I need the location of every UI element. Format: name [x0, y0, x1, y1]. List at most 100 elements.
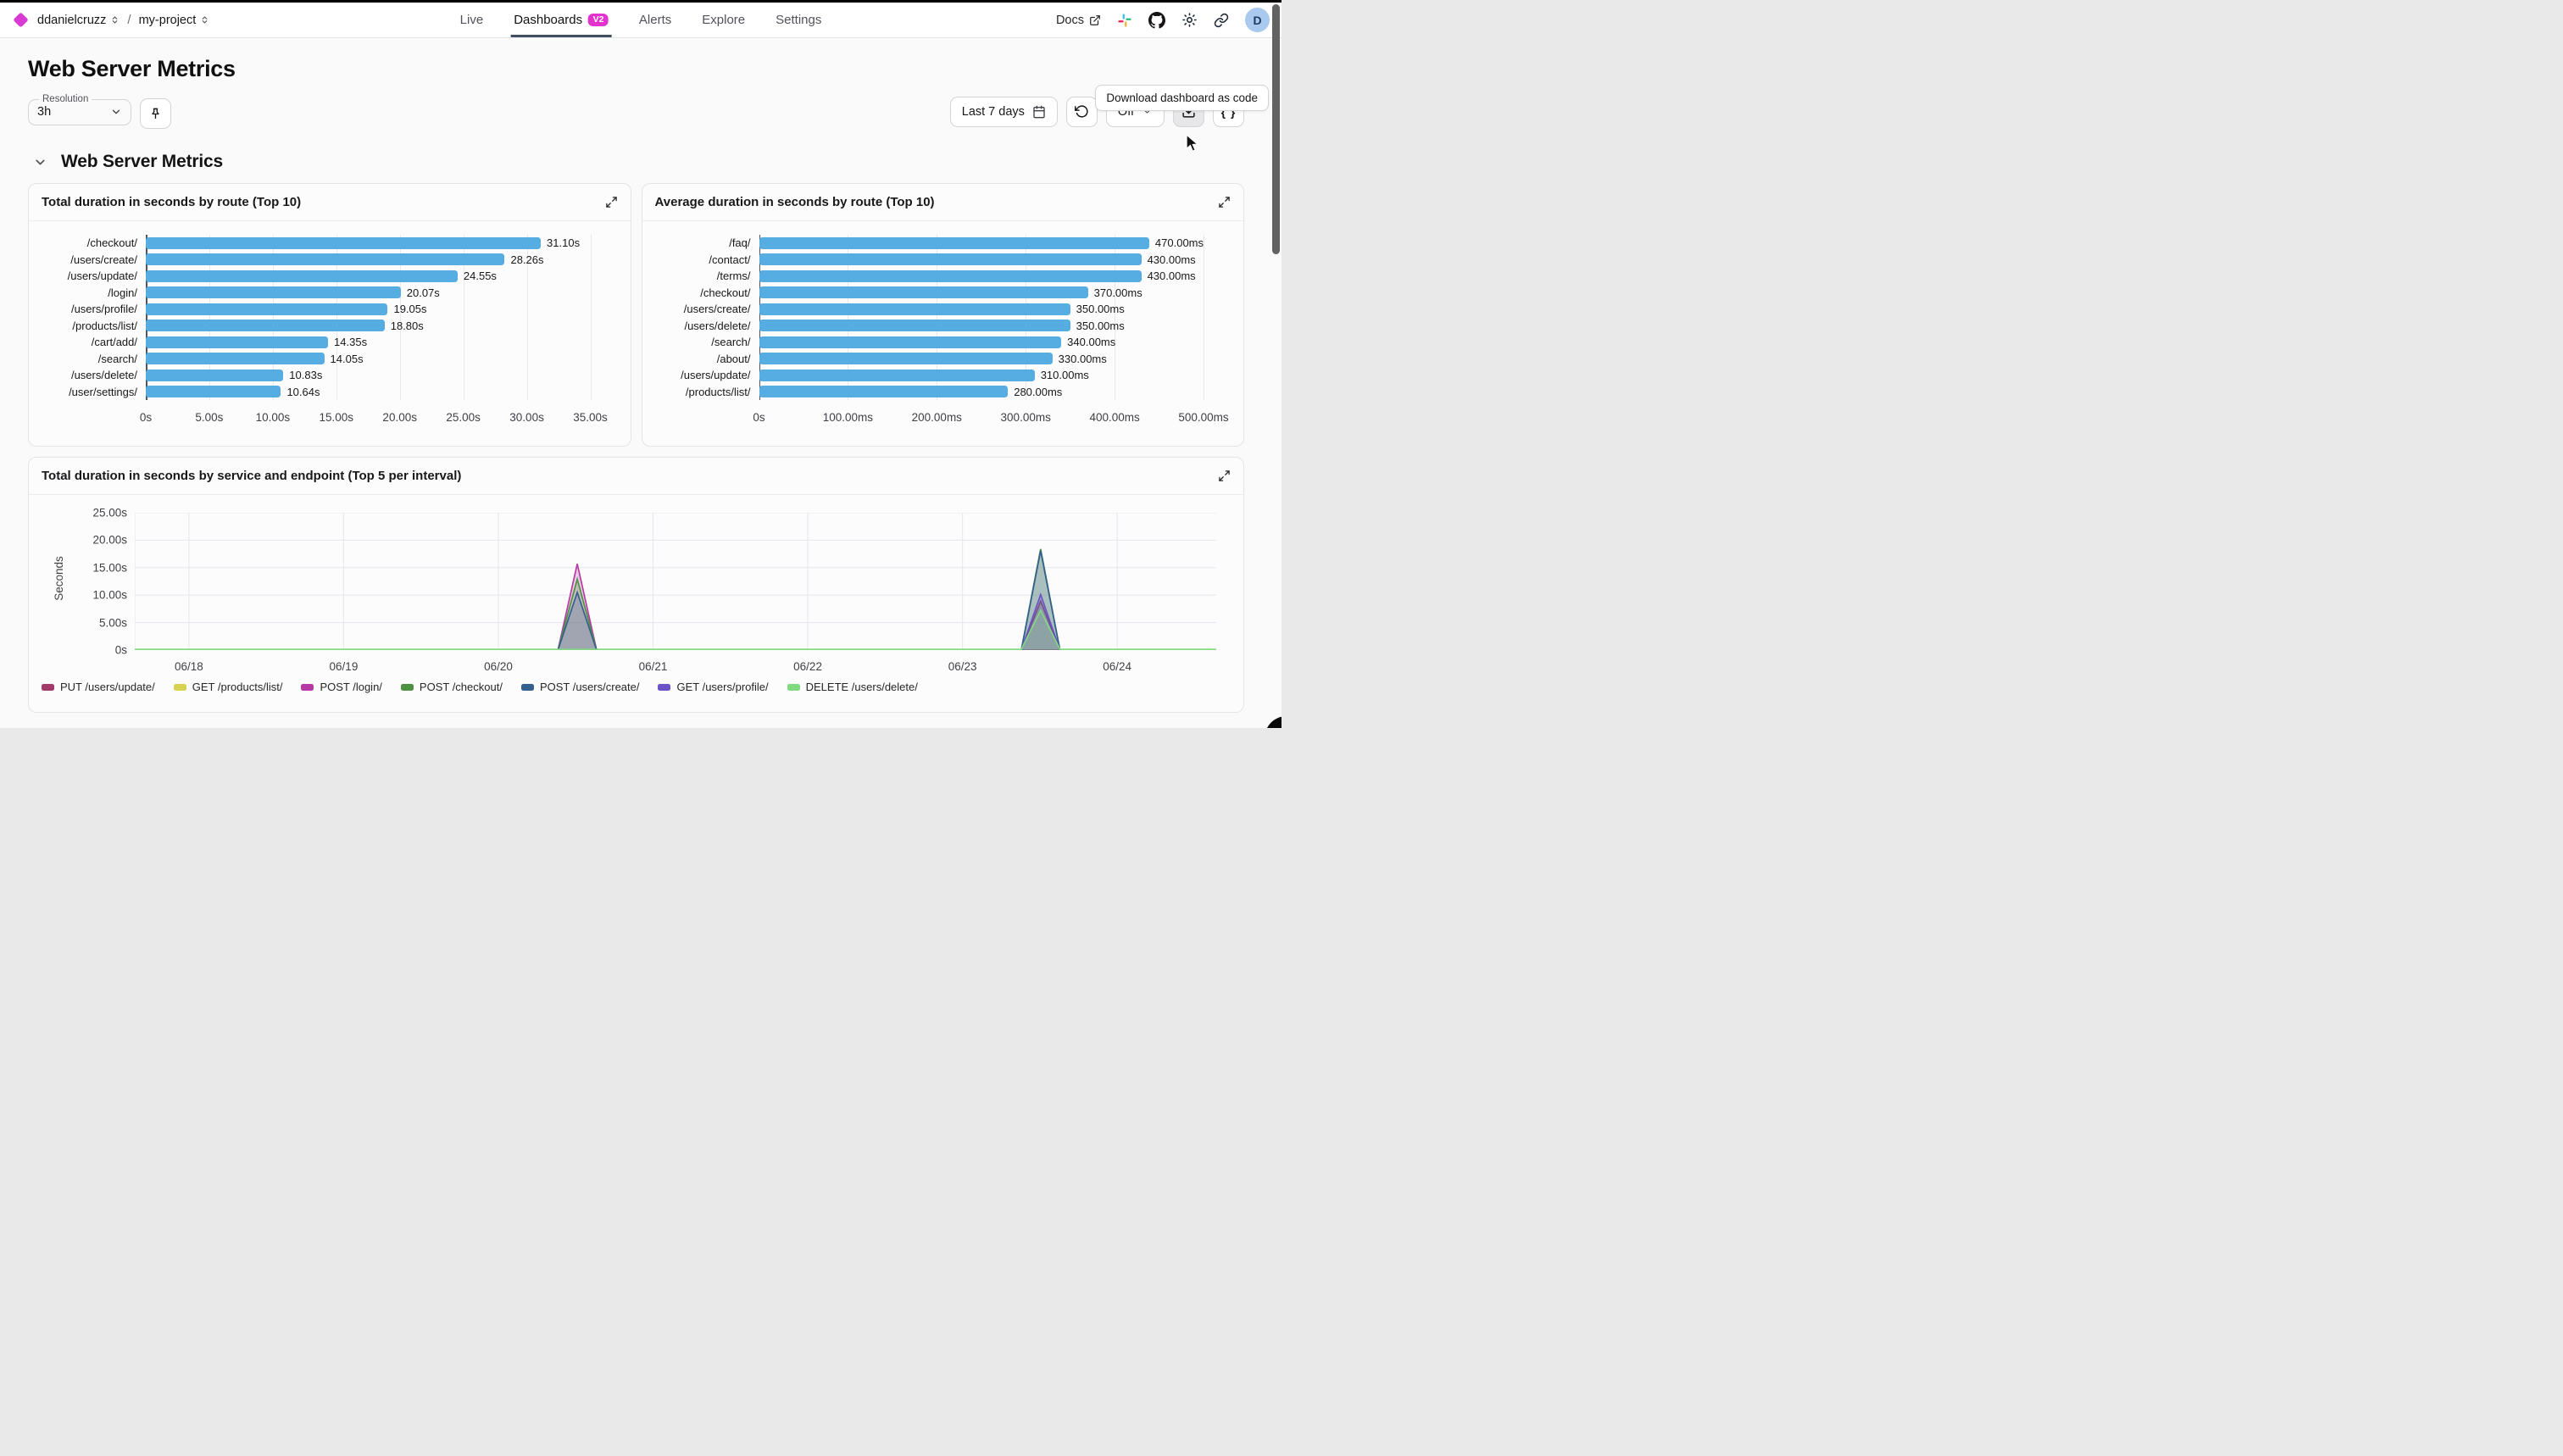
legend-swatch [301, 684, 314, 691]
x-tick-label: 400.00ms [1089, 411, 1139, 424]
legend-swatch [521, 684, 534, 691]
bar [759, 353, 1053, 364]
bar-category-label: /users/delete/ [684, 320, 750, 332]
project-selector[interactable]: my-project [139, 14, 210, 27]
x-tick-label: 100.00ms [823, 411, 873, 424]
area-chart-wrap: Seconds PUT /users/update/GET /products/… [29, 497, 1243, 712]
x-tick-label: 06/18 [175, 660, 203, 673]
bar [146, 386, 281, 397]
legend-item[interactable]: PUT /users/update/ [42, 681, 155, 693]
bar [146, 303, 387, 315]
bar-value-label: 280.00ms [1014, 386, 1062, 398]
x-tick-label: 06/24 [1103, 660, 1131, 673]
app-window: ddanielcruzz / my-project LiveDashboards… [0, 0, 1282, 728]
section-title: Web Server Metrics [61, 152, 223, 172]
time-range-button[interactable]: Last 7 days [950, 97, 1058, 127]
bar-row: /cart/add/14.35s [146, 334, 591, 351]
legend-item[interactable]: POST /login/ [301, 681, 381, 693]
bar-value-label: 19.05s [393, 303, 426, 315]
tab-explore[interactable]: Explore [702, 3, 745, 37]
x-tick-label: 300.00ms [1001, 411, 1051, 424]
bar [146, 270, 458, 282]
user-avatar[interactable]: D [1245, 8, 1270, 32]
docs-link[interactable]: Docs [1056, 14, 1101, 27]
tab-live[interactable]: Live [460, 3, 484, 37]
nav-right-cluster: Docs D [1056, 8, 1270, 32]
bar [146, 237, 541, 249]
legend-item[interactable]: GET /users/profile/ [658, 681, 768, 693]
bar [759, 303, 1070, 315]
x-tick-label: 30.00s [509, 411, 544, 424]
legend-item[interactable]: DELETE /users/delete/ [787, 681, 918, 693]
bar-row: /users/create/28.26s [146, 252, 591, 269]
nav-tabs: Live DashboardsV2 Alerts Explore Settings [460, 3, 822, 37]
bar-row: /contact/430.00ms [759, 252, 1204, 269]
bar-category-label: /cart/add/ [92, 336, 137, 348]
y-tick-label: 25.00s [92, 507, 127, 520]
legend-swatch [787, 684, 800, 691]
tab-label: Settings [776, 13, 821, 27]
bar-category-label: /users/profile/ [71, 303, 137, 315]
tab-dashboards[interactable]: DashboardsV2 [514, 3, 609, 37]
bar-category-label: /users/delete/ [71, 369, 137, 381]
bar-value-label: 430.00ms [1148, 253, 1196, 266]
bar-value-label: 31.10s [547, 236, 580, 249]
bar-category-label: /user/settings/ [69, 386, 137, 398]
bar-category-label: /products/list/ [686, 386, 751, 398]
x-tick-label: 06/20 [484, 660, 513, 673]
legend-swatch [42, 684, 54, 691]
theme-sun-icon[interactable] [1181, 12, 1198, 28]
share-link-icon[interactable] [1214, 13, 1229, 28]
y-tick-label: 5.00s [99, 616, 127, 629]
tab-settings[interactable]: Settings [776, 3, 821, 37]
bar-value-label: 20.07s [407, 286, 440, 299]
tab-label: Alerts [639, 13, 671, 27]
bar-row: /users/delete/350.00ms [759, 318, 1204, 335]
bar-row: /users/update/310.00ms [759, 367, 1204, 384]
bar-category-label: /users/create/ [70, 253, 137, 266]
y-tick-label: 15.00s [92, 561, 127, 574]
x-tick-label: 35.00s [573, 411, 608, 424]
panel-average-duration-by-route: Average duration in seconds by route (To… [642, 183, 1245, 447]
bar-category-label: /users/update/ [68, 270, 137, 282]
bar-row: /user/settings/10.64s [146, 384, 591, 401]
bar-row: /login/20.07s [146, 285, 591, 302]
bar-chart-total-duration: /checkout/31.10s/users/create/28.26s/use… [146, 235, 591, 400]
slack-icon[interactable] [1117, 13, 1132, 28]
refresh-button[interactable] [1066, 97, 1098, 127]
x-axis-ticks: 0s5.00s10.00s15.00s20.00s25.00s30.00s35.… [146, 411, 591, 426]
expand-panel-icon[interactable] [1218, 196, 1231, 208]
x-tick-label: 0s [753, 411, 764, 424]
tab-alerts[interactable]: Alerts [639, 3, 671, 37]
org-selector[interactable]: ddanielcruzz [37, 14, 120, 27]
legend-label: POST /checkout/ [420, 681, 503, 693]
page-title: Web Server Metrics [28, 56, 1282, 82]
x-axis-ticks: 0s100.00ms200.00ms300.00ms400.00ms500.00… [759, 411, 1204, 426]
bar-category-label: /users/create/ [684, 303, 751, 315]
bar-value-label: 350.00ms [1076, 320, 1125, 332]
window-scrollbar-thumb[interactable] [1272, 4, 1280, 254]
bar-value-label: 28.26s [510, 253, 543, 266]
bar-value-label: 14.05s [331, 353, 364, 365]
help-corner-button[interactable] [1265, 716, 1282, 728]
panel-title: Total duration in seconds by route (Top … [42, 195, 301, 209]
legend-item[interactable]: POST /users/create/ [521, 681, 640, 693]
y-tick-label: 20.00s [92, 534, 127, 547]
v2-badge: V2 [588, 14, 609, 27]
resolution-select[interactable]: Resolution 3h [28, 94, 131, 125]
bar-row: /products/list/18.80s [146, 318, 591, 335]
pin-resolution-button[interactable] [140, 98, 171, 129]
tab-label: Explore [702, 13, 745, 27]
legend-item[interactable]: POST /checkout/ [401, 681, 503, 693]
bar [146, 353, 325, 364]
legend-item[interactable]: GET /products/list/ [174, 681, 283, 693]
app-logo-icon [13, 12, 28, 27]
github-icon[interactable] [1148, 12, 1165, 29]
expand-panel-icon[interactable] [605, 196, 618, 208]
bar-row: /search/340.00ms [759, 334, 1204, 351]
area-chart [135, 513, 1216, 650]
avatar-initial: D [1253, 14, 1261, 27]
expand-panel-icon[interactable] [1218, 470, 1231, 482]
refresh-icon [1075, 104, 1089, 119]
section-collapse-chevron-icon[interactable] [33, 155, 47, 169]
